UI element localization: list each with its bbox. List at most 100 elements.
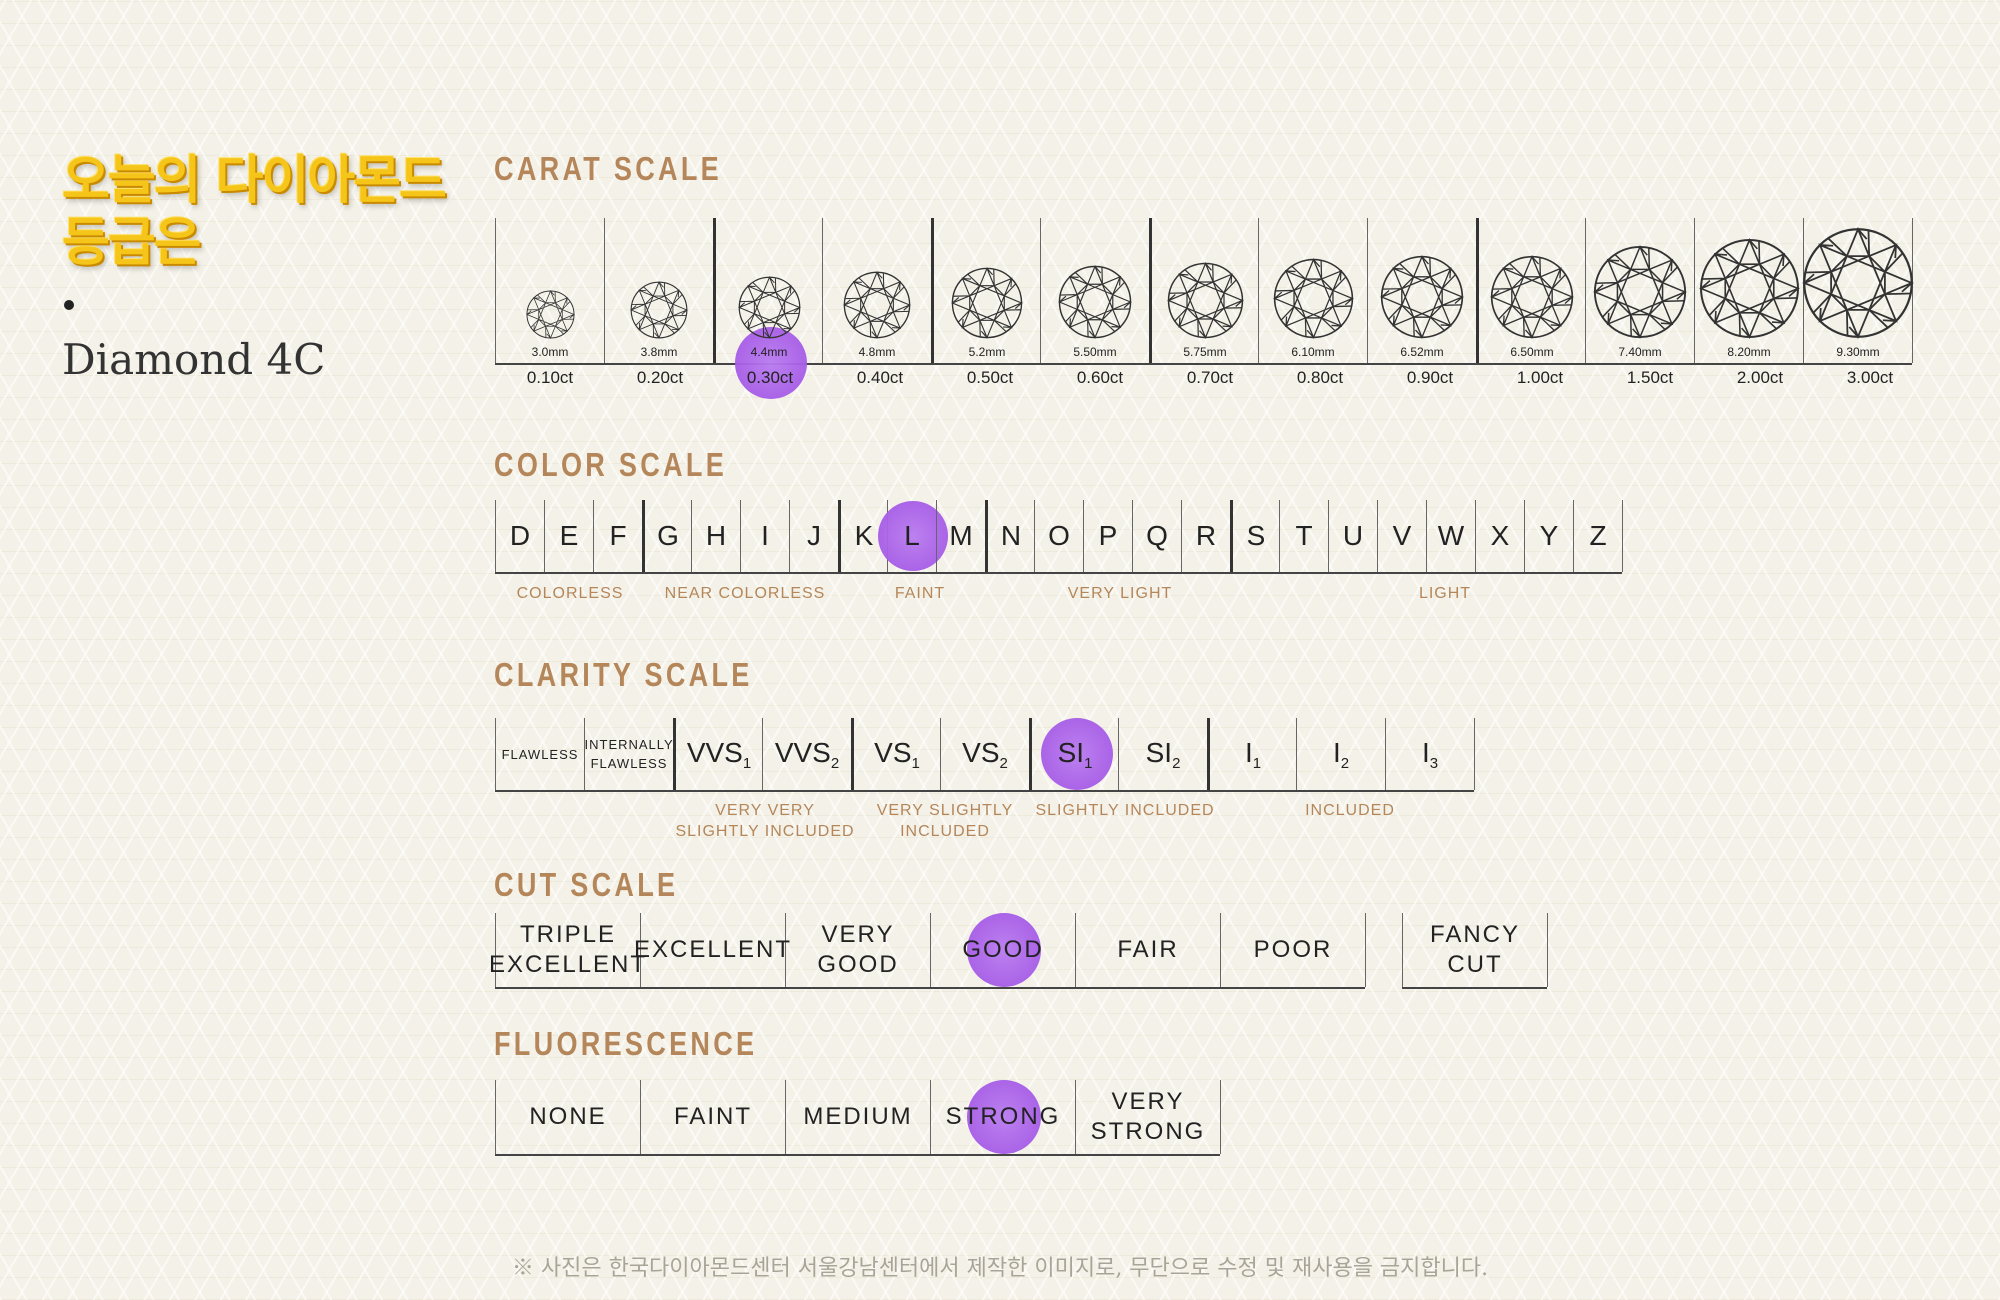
- color-groups: COLORLESS NEAR COLORLESS FAINT VERY LIGHT LI…: [495, 583, 1695, 607]
- clarity-grade: VVS2: [762, 718, 852, 790]
- carat-mm: 4.8mm: [858, 345, 896, 359]
- cut-fancy-label: FANCY CUT: [1429, 921, 1520, 978]
- carat-weight: 0.20ct: [636, 368, 684, 387]
- clarity-sub: 2: [1172, 754, 1181, 772]
- color-grade-label: T: [1295, 520, 1313, 551]
- clarity-scale: FLAWLESS INTERNALLY FLAWLESS VVS1 VVS2 VS1 VS…: [495, 718, 1475, 792]
- clarity-sub: 1: [1084, 754, 1093, 772]
- clarity-sub: 1: [742, 754, 752, 772]
- carat-cell: 8.20mm: [1694, 218, 1804, 363]
- carat-weight: 3.00ct: [1846, 368, 1894, 387]
- color-grade-label: G: [657, 520, 679, 551]
- carat-mm: 5.2mm: [968, 345, 1006, 359]
- carat-cell: 4.8mm: [822, 218, 932, 363]
- clarity-main: SI: [1145, 736, 1173, 768]
- clarity-grade-label: VS2: [962, 737, 1008, 772]
- carat-weights: 0.10ct 0.20ct 0.30ct 0.40ct 0.50ct 0.60ct 0.70…: [495, 368, 1935, 392]
- clarity-main: VS: [874, 736, 912, 768]
- clarity-grade: I3: [1385, 718, 1475, 790]
- fluorescence-grade-label: STRONG: [945, 1103, 1061, 1130]
- clarity-sub: 3: [1429, 754, 1439, 772]
- color-grade-label: Z: [1589, 520, 1607, 551]
- color-grade-label: R: [1195, 520, 1217, 551]
- clarity-grade-label: FLAWLESS: [502, 745, 579, 764]
- cut-grade: VERY GOOD: [785, 913, 931, 987]
- color-group-label: VERY LIGHT: [1067, 585, 1173, 602]
- color-grade-u: U: [1328, 500, 1378, 572]
- color-grade-label: K: [854, 520, 874, 551]
- carat-weight: 0.50ct: [966, 368, 1014, 387]
- fluorescence-grade: NONE: [495, 1080, 641, 1154]
- carat-mm: 5.50mm: [1073, 345, 1117, 359]
- clarity-grade-label: SI2: [1146, 737, 1181, 772]
- carat-cell: 5.2mm: [931, 218, 1041, 363]
- color-grade-f: F: [593, 500, 643, 572]
- diamond-icon: [1593, 245, 1687, 339]
- clarity-grade: I2: [1296, 718, 1386, 790]
- clarity-grade-label: I2: [1333, 737, 1349, 772]
- clarity-main: I: [1244, 736, 1253, 768]
- cut-fancy: FANCY CUT: [1402, 913, 1548, 989]
- color-grade-o: O: [1034, 500, 1084, 572]
- diamond-icon: [1802, 227, 1914, 339]
- color-grade-label: D: [509, 520, 531, 551]
- color-grade-label: W: [1437, 520, 1465, 551]
- diamond-icon: [1058, 265, 1132, 339]
- cut-fancy-cell: FANCY CUT: [1402, 913, 1548, 987]
- fluorescence-scale: NONE FAINT MEDIUM STRONG VERY STRONG: [495, 1080, 1221, 1156]
- fluorescence-grade-label: VERY STRONG: [1090, 1088, 1206, 1145]
- cut-grade: FAIR: [1075, 913, 1221, 987]
- color-grade-r: R: [1181, 500, 1231, 572]
- cut-grade-label: VERY GOOD: [817, 921, 899, 978]
- clarity-main: VVS: [686, 736, 743, 768]
- carat-cell: 6.50mm: [1476, 218, 1586, 363]
- carat-cell: 5.75mm: [1149, 218, 1259, 363]
- color-grade-i: I: [740, 500, 790, 572]
- carat-weight: 1.50ct: [1626, 368, 1674, 387]
- color-grade-label: Y: [1539, 520, 1559, 551]
- color-grade-j: J: [789, 500, 839, 572]
- color-grade-y: Y: [1524, 500, 1574, 572]
- diamond-icon: [951, 267, 1023, 339]
- carat-weight: 0.90ct: [1406, 368, 1454, 387]
- carat-mm: 6.10mm: [1291, 345, 1335, 359]
- footnote: ※ 사진은 한국다이아몬드센터 서울강남센터에서 제작한 이미지로, 무단으로 …: [511, 1256, 1489, 1281]
- carat-weight: 1.00ct: [1516, 368, 1564, 387]
- color-grade-label: U: [1342, 520, 1364, 551]
- color-grade-label: L: [904, 520, 920, 551]
- color-grade-w: W: [1426, 500, 1476, 572]
- color-grade-v: V: [1377, 500, 1427, 572]
- cut-grade-label: GOOD: [962, 936, 1044, 963]
- clarity-main: VS: [962, 736, 1000, 768]
- clarity-sub: 1: [911, 754, 920, 772]
- carat-weight: 0.40ct: [856, 368, 904, 387]
- color-group-label: FAINT: [894, 585, 946, 602]
- fluorescence-grade-label: NONE: [529, 1103, 607, 1130]
- color-grade-label: O: [1048, 520, 1070, 551]
- bullet-dot: [64, 300, 74, 310]
- clarity-sub: 2: [999, 754, 1008, 772]
- fluorescence-grade: STRONG: [930, 1080, 1076, 1154]
- color-grade-l: L: [878, 500, 948, 572]
- color-grade-h: H: [691, 500, 741, 572]
- color-grade-label: V: [1392, 520, 1412, 551]
- fluorescence-grade-label: MEDIUM: [803, 1103, 913, 1130]
- carat-weight: 0.30ct: [746, 368, 794, 387]
- diamond-icon: [1166, 262, 1244, 339]
- color-grade-label: Q: [1146, 520, 1168, 551]
- color-grade-label: F: [609, 520, 627, 551]
- clarity-main: I: [1421, 736, 1430, 768]
- color-grade-label: E: [559, 520, 579, 551]
- fluorescence-grade-label: FAINT: [673, 1103, 752, 1130]
- carat-cell: 3.0mm: [495, 218, 605, 363]
- cut-grade: TRIPLE EXCELLENT: [489, 913, 645, 987]
- carat-weight: 0.80ct: [1296, 368, 1344, 387]
- clarity-grade: FLAWLESS: [495, 718, 585, 790]
- clarity-grade: VVS1: [673, 718, 763, 790]
- carat-mm: 8.20mm: [1727, 345, 1771, 359]
- title-line-2: 등급은: [62, 213, 202, 273]
- diamond-icon: [737, 276, 801, 339]
- cut-grade: GOOD: [930, 913, 1076, 987]
- carat-scale-title: CARAT SCALE: [494, 150, 722, 187]
- fluorescence-grade: MEDIUM: [785, 1080, 931, 1154]
